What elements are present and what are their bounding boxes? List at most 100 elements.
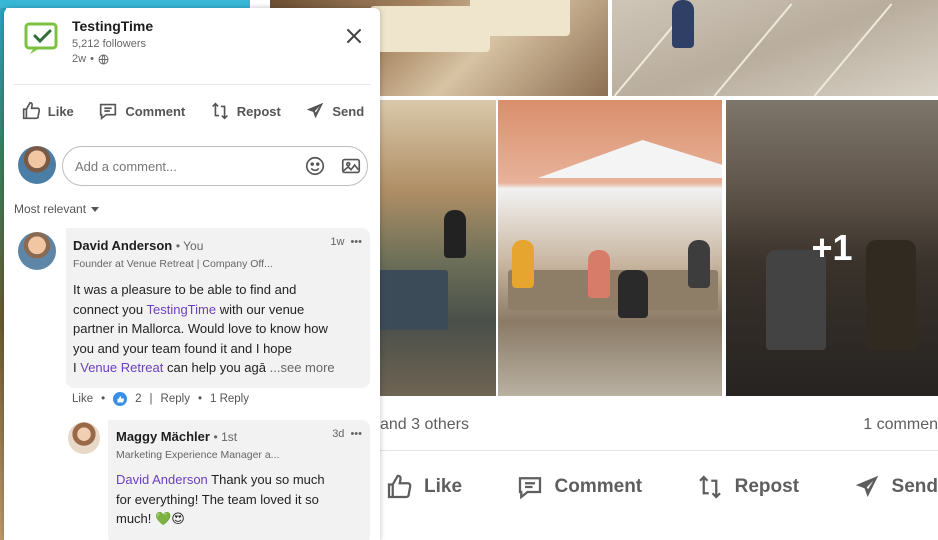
panel-actions-bar: Like Comment Repost Send — [4, 96, 380, 126]
comment-like-button[interactable]: Like — [72, 393, 93, 405]
like-reaction-icon[interactable] — [113, 392, 128, 406]
post-photo-2[interactable] — [612, 0, 938, 96]
comment-author-name: David Anderson — [73, 238, 173, 253]
reply-meta: 3d ••• — [332, 428, 362, 440]
post-photo-3[interactable] — [378, 100, 496, 396]
post-repost-button[interactable]: Repost — [695, 472, 799, 502]
reply-author[interactable]: Maggy Mächler • 1st — [116, 429, 237, 444]
divider — [380, 450, 938, 451]
like-label: Like — [47, 103, 74, 119]
mention-link[interactable]: David Anderson — [116, 472, 208, 487]
replies-count[interactable]: 1 Reply — [210, 393, 249, 405]
comment-text-fragment: with our venue — [216, 301, 305, 317]
sort-dropdown[interactable]: Most relevant — [14, 202, 100, 216]
comment-line: for everything! The team loved it so — [116, 491, 319, 507]
sort-label: Most relevant — [14, 202, 87, 216]
repost-icon — [211, 102, 228, 120]
logo-icon[interactable] — [24, 22, 62, 56]
comment-text-fragment: much! — [116, 511, 156, 526]
repost-button[interactable]: Repost — [209, 96, 281, 126]
photo-person — [618, 270, 648, 318]
photo-table — [508, 270, 718, 310]
post-like-label: Like — [424, 476, 463, 497]
close-icon[interactable] — [342, 24, 366, 48]
photo-tile-line — [813, 3, 893, 96]
post-age: 2w • — [72, 53, 109, 65]
separator-dot: • — [197, 393, 202, 405]
photo-person — [588, 250, 610, 298]
mention-link[interactable]: Venue Retreat — [80, 360, 163, 375]
emoji-icon[interactable] — [304, 155, 326, 177]
reply-bubble: Maggy Mächler • 1st Marketing Experience… — [108, 420, 370, 540]
send-icon — [855, 475, 878, 497]
reaction-count[interactable]: 2 — [135, 393, 141, 405]
post-like-button[interactable]: Like — [384, 472, 462, 502]
company-name[interactable]: TestingTime — [72, 18, 153, 34]
comment-line: It was a pleasure to be able to find and — [73, 282, 297, 297]
photo-table — [378, 270, 448, 330]
comment-time: 1w — [330, 236, 345, 248]
comment-line: David Anderson Thank you so much — [116, 470, 366, 490]
comment-line: much! 💚😍 — [116, 509, 366, 529]
avatar[interactable] — [68, 422, 100, 454]
comment-bubble: David Anderson • You Founder at Venue Re… — [66, 228, 370, 388]
reply-author-relation: • 1st — [213, 430, 238, 444]
separator-dot: • — [90, 53, 94, 65]
comment-author-relation: • You — [175, 239, 204, 253]
reply-text: David Anderson Thank you so much for eve… — [116, 470, 366, 529]
globe-icon — [98, 54, 109, 64]
comment-meta: 1w ••• — [330, 236, 362, 248]
comment-text-fragment: can help you agā — [163, 360, 266, 375]
comment-author[interactable]: David Anderson • You — [73, 238, 203, 253]
panel-header: TestingTime 5,212 followers 2w • — [4, 8, 380, 82]
post-send-button[interactable]: Send — [852, 472, 938, 502]
comment-composer — [18, 146, 370, 188]
comment-line: connect you TestingTime with our venue — [73, 300, 365, 320]
social-proof-text: and 3 others — [380, 416, 469, 433]
separator: | — [149, 393, 153, 405]
reply-button[interactable]: Reply — [161, 393, 190, 405]
more-icon[interactable]: ••• — [350, 428, 362, 440]
photo-person — [672, 0, 694, 48]
avatar[interactable] — [18, 232, 56, 270]
comment-icon — [518, 477, 541, 500]
more-images-overlay[interactable]: +1 — [726, 100, 938, 396]
post-photo-5[interactable]: +1 — [726, 100, 938, 396]
like-icon — [387, 474, 412, 499]
reply-time: 3d — [332, 428, 345, 440]
follower-count: 5,212 followers — [72, 38, 146, 50]
comment-line: you and your team found it and I hope — [73, 340, 292, 356]
like-button[interactable]: Like — [20, 96, 74, 126]
post-comment-button[interactable]: Comment — [515, 472, 643, 502]
send-icon — [307, 102, 324, 119]
photo-umbrella — [538, 140, 722, 178]
photo-person — [444, 210, 466, 258]
social-proof[interactable]: and 3 others — [380, 416, 469, 434]
avatar[interactable] — [18, 146, 56, 184]
comment-button[interactable]: Comment — [97, 96, 185, 126]
see-more-link[interactable]: ...see more — [270, 360, 335, 375]
post-actions-bar: Like Comment Repost Send — [384, 472, 938, 502]
photo-chair — [470, 0, 570, 36]
comment-count-text: 1 commen — [863, 416, 938, 433]
mention-link[interactable]: TestingTime — [146, 302, 216, 317]
reply-author-name: Maggy Mächler — [116, 429, 210, 444]
send-label: Send — [332, 103, 365, 119]
photo-person — [688, 240, 710, 288]
post-photo-4[interactable] — [498, 100, 722, 396]
emoji-reaction: 💚😍 — [155, 511, 185, 526]
photo-person — [512, 240, 534, 288]
post-comment-label: Comment — [554, 476, 643, 497]
comment-count[interactable]: 1 commen — [863, 416, 938, 434]
photo-tile-line — [713, 3, 793, 96]
separator-dot: • — [101, 393, 106, 405]
page-top-strip — [0, 0, 250, 8]
image-icon[interactable] — [340, 155, 362, 177]
like-icon — [22, 101, 40, 120]
comment-text-fragment: Thank you so much — [207, 472, 325, 487]
send-button[interactable]: Send — [304, 96, 364, 126]
comment-line: partner in Mallorca. Would love to know … — [73, 321, 328, 336]
reply-author-headline: Marketing Experience Manager a... — [116, 449, 280, 461]
more-icon[interactable]: ••• — [350, 236, 362, 248]
comment-text-fragment: connect you — [73, 301, 147, 317]
